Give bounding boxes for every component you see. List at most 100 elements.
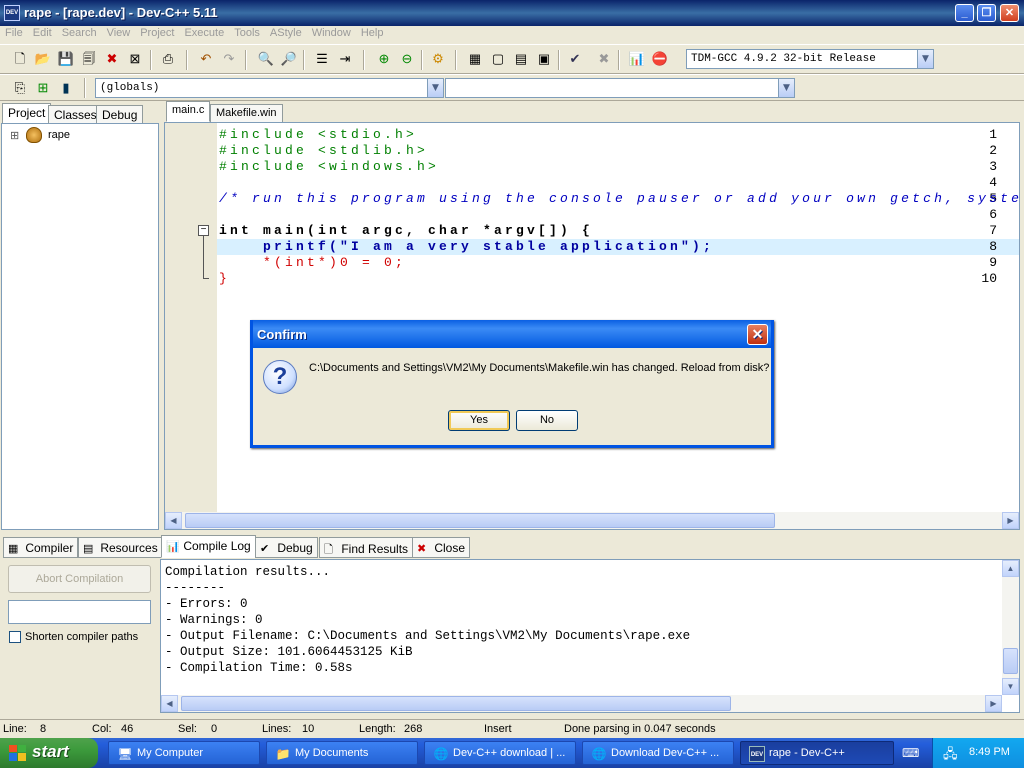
redo-icon[interactable]: ↷ <box>219 49 239 69</box>
resources-icon: ▤ <box>83 543 94 555</box>
tab-main-c[interactable]: main.c <box>166 101 211 122</box>
fold-toggle-icon[interactable]: − <box>198 225 209 236</box>
scroll-thumb[interactable] <box>185 513 775 528</box>
menu-project[interactable]: Project <box>135 26 179 39</box>
menu-window[interactable]: Window <box>307 26 356 39</box>
scroll-right-icon[interactable]: ▶ <box>985 695 1002 712</box>
scroll-left-icon[interactable]: ◀ <box>161 695 178 712</box>
tab-compile-log-label: Compile Log <box>183 539 251 553</box>
scroll-down-icon[interactable]: ▼ <box>1002 678 1019 695</box>
task-my-computer[interactable]: 🖥 My Computer <box>108 741 260 765</box>
no-button[interactable]: No <box>516 410 578 431</box>
close-button[interactable]: ✕ <box>1000 4 1019 22</box>
delete-profile-icon[interactable]: ⛔ <box>650 49 670 69</box>
scroll-thumb[interactable] <box>181 696 731 711</box>
tab-debug-bottom[interactable]: ✔ Debug <box>255 537 318 558</box>
menu-astyle[interactable]: AStyle <box>265 26 307 39</box>
tab-classes[interactable]: Classes <box>48 105 103 124</box>
menu-bar: File Edit Search View Project Execute Tools ASt… <box>0 26 1024 44</box>
stop-icon[interactable]: ✖ <box>594 49 614 69</box>
menu-execute[interactable]: Execute <box>179 26 229 39</box>
tab-find-results[interactable]: 🗋 Find Results <box>319 537 414 558</box>
maximize-button[interactable]: ❐ <box>977 4 996 22</box>
minimize-button[interactable]: _ <box>955 4 974 22</box>
dialog-close-icon[interactable]: ✕ <box>747 324 768 345</box>
abort-compilation-button[interactable]: Abort Compilation <box>8 565 151 593</box>
scroll-up-icon[interactable]: ▲ <box>1002 560 1019 577</box>
find-icon[interactable]: 🔍 <box>256 49 276 69</box>
symbol-select[interactable]: ▼ <box>445 78 795 98</box>
network-icon[interactable]: 🖧 <box>943 745 958 767</box>
title-bar[interactable]: DEV rape - [rape.dev] - Dev-C++ 5.11 _ ❐… <box>0 0 1024 26</box>
remove-from-project-icon[interactable]: ⊖ <box>397 49 417 69</box>
task-devcpp[interactable]: DEV rape - Dev-C++ <box>740 741 894 765</box>
tab-compile-log[interactable]: 📊 Compile Log <box>161 535 256 558</box>
status-message: Done parsing in 0.047 seconds <box>564 723 716 735</box>
syntax-check-icon[interactable]: ✔ <box>565 49 585 69</box>
compile-icon[interactable]: ▦ <box>465 49 485 69</box>
start-button[interactable]: start <box>0 738 98 768</box>
tab-resources[interactable]: ▤ Resources <box>78 537 163 558</box>
menu-tools[interactable]: Tools <box>229 26 265 39</box>
scroll-left-icon[interactable]: ◀ <box>165 512 182 529</box>
print-icon[interactable]: ⎙ <box>158 49 178 69</box>
task-label: Download Dev-C++ ... <box>611 747 720 759</box>
tab-debug[interactable]: Debug <box>96 105 144 124</box>
code-line: #include <windows.h> <box>219 159 440 174</box>
status-line-label: Line: <box>3 723 27 735</box>
project-tree: ⊞ rape <box>1 123 159 530</box>
close-file-icon[interactable]: ✖ <box>102 49 122 69</box>
shorten-paths-checkbox[interactable] <box>9 631 21 643</box>
task-browser-2[interactable]: 🌐 Download Dev-C++ ... <box>582 741 734 765</box>
code-line: #include <stdio.h> <box>219 127 418 142</box>
clock[interactable]: 8:49 PM <box>969 746 1010 758</box>
tab-compiler[interactable]: ▦ Compiler <box>3 537 79 558</box>
dialog-title-bar[interactable]: Confirm ✕ <box>253 320 771 348</box>
menu-file[interactable]: File <box>0 26 28 39</box>
insert-icon[interactable]: ⎘ <box>10 78 30 98</box>
tab-makefile[interactable]: Makefile.win <box>210 104 283 123</box>
tab-project[interactable]: Project <box>2 103 52 124</box>
open-file-icon[interactable]: 📂 <box>33 49 53 69</box>
log-hscrollbar[interactable]: ◀ ▶ <box>161 695 1002 712</box>
compile-log[interactable]: Compilation results... -------- - Errors… <box>160 559 1020 713</box>
profile-icon[interactable]: 📊 <box>627 49 647 69</box>
line-number: 8 <box>989 239 997 254</box>
toggle-bookmark-icon[interactable]: ⊞ <box>33 78 53 98</box>
tab-close-label: Close <box>434 541 466 555</box>
goto-bookmark-icon[interactable]: ▮ <box>56 78 76 98</box>
compiler-select[interactable]: TDM-GCC 4.9.2 32-bit Release ▼ <box>686 49 934 69</box>
menu-edit[interactable]: Edit <box>28 26 57 39</box>
undo-icon[interactable]: ↶ <box>196 49 216 69</box>
menu-view[interactable]: View <box>102 26 136 39</box>
add-to-project-icon[interactable]: ⊕ <box>374 49 394 69</box>
line-number: 4 <box>989 175 997 190</box>
log-vscrollbar[interactable]: ▲ ▼ <box>1002 560 1019 695</box>
indent-icon[interactable]: ☰ <box>312 49 332 69</box>
save-icon[interactable]: 💾 <box>56 49 76 69</box>
tree-root-label[interactable]: rape <box>48 129 70 141</box>
menu-help[interactable]: Help <box>356 26 389 39</box>
scope-select[interactable]: (globals) ▼ <box>95 78 444 98</box>
tab-close[interactable]: ✖ Close <box>412 537 471 558</box>
editor-hscrollbar[interactable]: ◀ ▶ <box>165 512 1019 529</box>
log-line: -------- <box>165 581 226 595</box>
keyboard-icon[interactable]: ⌨ <box>902 746 922 760</box>
tree-expander-icon[interactable]: ⊞ <box>10 129 19 142</box>
run-icon[interactable]: ▢ <box>488 49 508 69</box>
new-file-icon[interactable]: 🗋 <box>10 49 30 69</box>
replace-icon[interactable]: 🔎 <box>279 49 299 69</box>
goto-line-icon[interactable]: ⇥ <box>335 49 355 69</box>
line-number: 10 <box>981 271 997 286</box>
close-all-icon[interactable]: ⊠ <box>125 49 145 69</box>
rebuild-icon[interactable]: ▣ <box>534 49 554 69</box>
task-browser-1[interactable]: 🌐 Dev-C++ download | ... <box>424 741 576 765</box>
compile-run-icon[interactable]: ▤ <box>511 49 531 69</box>
project-options-icon[interactable]: ⚙ <box>428 49 448 69</box>
save-all-icon[interactable]: 🗐 <box>79 49 99 69</box>
scroll-right-icon[interactable]: ▶ <box>1002 512 1019 529</box>
scroll-thumb[interactable] <box>1003 648 1018 674</box>
task-my-documents[interactable]: 📁 My Documents <box>266 741 418 765</box>
menu-search[interactable]: Search <box>57 26 102 39</box>
yes-button[interactable]: Yes <box>448 410 510 431</box>
